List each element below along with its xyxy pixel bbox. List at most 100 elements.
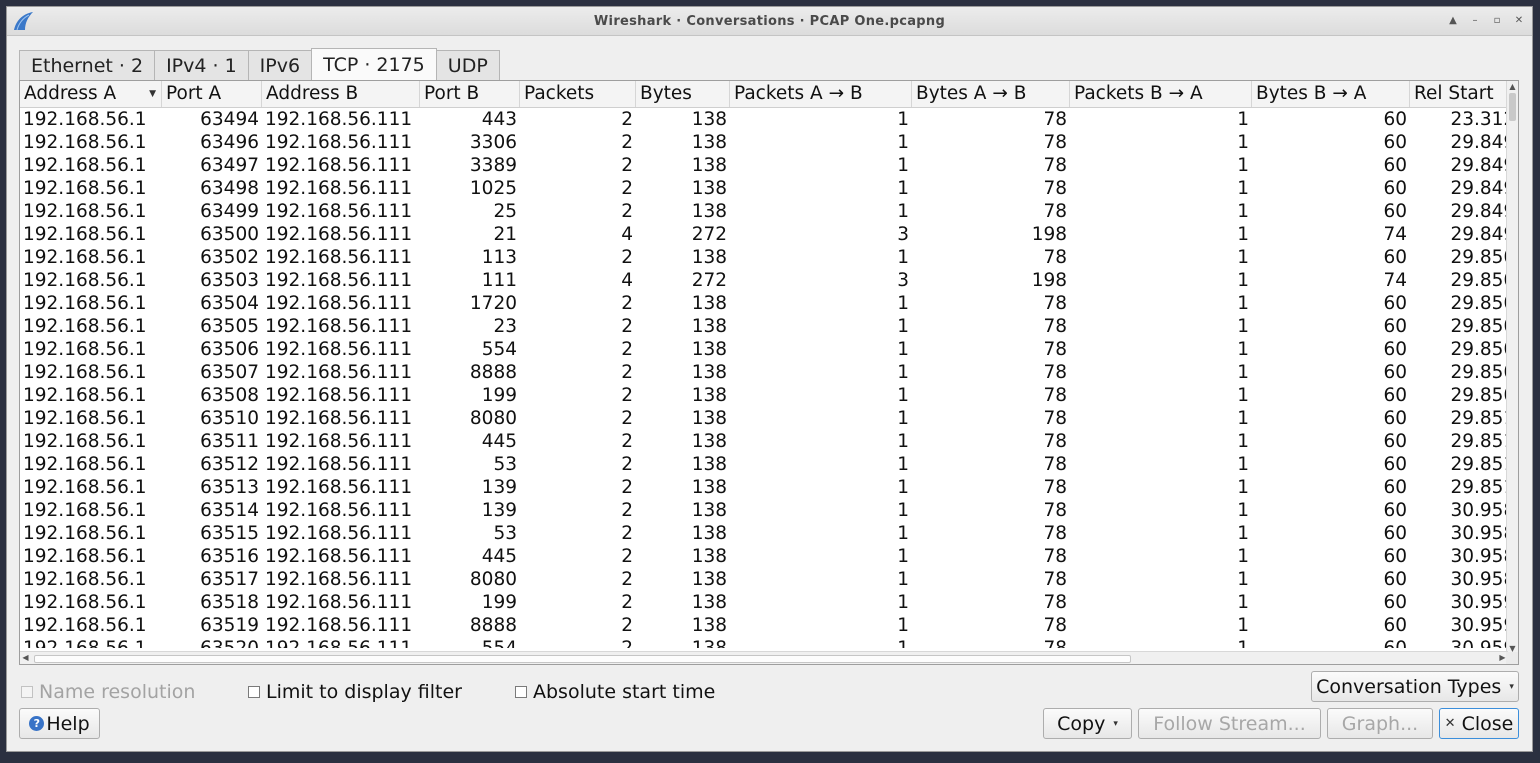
column-header[interactable]: Packets [520,81,636,107]
column-header[interactable]: Address A ▼ [20,81,162,107]
table-cell: 1 [897,385,909,406]
minimize-icon[interactable]: – [1468,14,1482,28]
close-button[interactable]: ✕ Close [1439,708,1519,739]
table-row[interactable]: 192.168.56.1 63512 192.168.56.111 53 2 138 1 78… [20,453,1508,476]
table-row[interactable]: 192.168.56.1 63506 192.168.56.111 554 2 138 1 7… [20,338,1508,361]
tab-ipv4[interactable]: IPv4 · 1 [154,50,249,81]
help-button[interactable]: ? Help [19,708,100,739]
table-row[interactable]: 192.168.56.1 63496 192.168.56.111 3306 2 138 1… [20,131,1508,154]
vertical-scrollbar[interactable]: ▲ ▼ [1506,81,1518,654]
table-cell: 192.168.56.1 [23,224,147,245]
table-row[interactable]: 192.168.56.1 63510 192.168.56.111 8080 2 138 1… [20,407,1508,430]
limit-display-filter-checkbox[interactable]: Limit to display filter [248,677,462,707]
table-cell: 60 [1383,339,1407,360]
table-cell: 1 [897,592,909,613]
column-header[interactable]: Address B [262,81,420,107]
table-row[interactable]: 192.168.56.1 63511 192.168.56.111 445 2 138 1 7… [20,430,1508,453]
table-cell: 1 [1237,339,1249,360]
tab-tcp[interactable]: TCP · 2175 [311,48,437,81]
table-cell: 138 [691,477,727,498]
table-cell: 78 [1043,454,1067,475]
table-cell: 78 [1043,178,1067,199]
absolute-start-time-checkbox[interactable]: Absolute start time [515,677,715,707]
table-cell: 192.168.56.111 [265,270,413,291]
table-cell: 138 [691,316,727,337]
table-row[interactable]: 192.168.56.1 63508 192.168.56.111 199 2 138 1 7… [20,384,1508,407]
name-resolution-checkbox[interactable]: Name resolution [21,677,195,707]
column-header[interactable]: Packets B → A [1070,81,1252,107]
table-cell: 554 [481,339,517,360]
table-cell: 2 [621,247,633,268]
table-row[interactable]: 192.168.56.1 63518 192.168.56.111 199 2 138 1 7… [20,591,1508,614]
column-header[interactable]: Bytes B → A [1252,81,1410,107]
table-row[interactable]: 192.168.56.1 63514 192.168.56.111 139 2 138 1 7… [20,499,1508,522]
table-cell: 63519 [200,615,259,636]
table-cell: 138 [691,293,727,314]
table-row[interactable]: 192.168.56.1 63513 192.168.56.111 139 2 138 1 7… [20,476,1508,499]
table-cell: 192.168.56.1 [23,615,147,636]
tab-ipv6[interactable]: IPv6 [247,50,313,81]
table-row[interactable]: 192.168.56.1 63494 192.168.56.111 443 2 138 1 7… [20,108,1508,131]
checkbox-box[interactable] [248,686,260,698]
scroll-left-icon[interactable]: ◀ [20,652,31,663]
table-row[interactable]: 192.168.56.1 63505 192.168.56.111 23 2 138 1 78… [20,315,1508,338]
conversations-table[interactable]: Address A ▼ Port A Address B Port B Packets By… [19,80,1519,665]
table-cell: 30.9591 [1450,615,1508,636]
table-cell: 4 [621,224,633,245]
table-cell: 192.168.56.1 [23,546,147,567]
table-row[interactable]: 192.168.56.1 63502 192.168.56.111 113 2 138 1 7… [20,246,1508,269]
table-cell: 138 [691,362,727,383]
title-bar[interactable]: Wireshark · Conversations · PCAP One.pca… [7,7,1532,36]
table-row[interactable]: 192.168.56.1 63507 192.168.56.111 8888 2 138 1… [20,361,1508,384]
table-cell: 1 [1237,316,1249,337]
table-row[interactable]: 192.168.56.1 63517 192.168.56.111 8080 2 138 1… [20,568,1508,591]
table-cell: 1 [897,431,909,452]
horizontal-scroll-thumb[interactable] [34,655,1131,663]
table-cell: 60 [1383,362,1407,383]
maximize-icon[interactable]: ▫ [1490,14,1504,28]
table-row[interactable]: 192.168.56.1 63503 192.168.56.111 111 4 272 3 1… [20,269,1508,292]
conversation-types-dropdown[interactable]: Conversation Types ▾ [1311,671,1519,702]
checkbox-box[interactable] [515,686,527,698]
table-row[interactable]: 192.168.56.1 63516 192.168.56.111 445 2 138 1 7… [20,545,1508,568]
scroll-up-icon[interactable]: ▲ [1507,81,1518,92]
column-header[interactable]: Bytes A → B [912,81,1070,107]
table-row[interactable]: 192.168.56.1 63499 192.168.56.111 25 2 138 1 78… [20,200,1508,223]
table-cell: 78 [1043,316,1067,337]
column-header[interactable]: Port B [420,81,520,107]
follow-stream-button[interactable]: Follow Stream... [1138,708,1321,739]
table-row[interactable]: 192.168.56.1 63498 192.168.56.111 1025 2 138 1… [20,177,1508,200]
column-header[interactable]: Bytes [636,81,730,107]
table-row[interactable]: 192.168.56.1 63519 192.168.56.111 8888 2 138 1… [20,614,1508,637]
tab-ethernet[interactable]: Ethernet · 2 [19,50,156,81]
up-arrow-icon[interactable]: ▲ [1446,14,1460,28]
table-cell: 192.168.56.111 [265,362,413,383]
table-row[interactable]: 192.168.56.1 63504 192.168.56.111 1720 2 138 1… [20,292,1508,315]
table-cell: 192.168.56.111 [265,592,413,613]
column-header[interactable]: Port A [162,81,262,107]
column-header[interactable]: Rel Start [1410,81,1508,107]
table-row[interactable]: 192.168.56.1 63515 192.168.56.111 53 2 138 1 78… [20,522,1508,545]
table-cell: 78 [1043,109,1067,130]
column-header[interactable]: Packets A → B [730,81,912,107]
close-label: Close [1461,712,1514,735]
table-cell: 29.8497 [1450,201,1508,222]
table-cell: 3 [897,270,909,291]
table-cell: 63497 [200,155,259,176]
table-row[interactable]: 192.168.56.163520192.168.56.111554213817… [20,637,1508,648]
table-body[interactable]: 192.168.56.1 63494 192.168.56.111 443 2 138 1 7… [20,108,1508,648]
table-row[interactable]: 192.168.56.1 63497 192.168.56.111 3389 2 138 1… [20,154,1508,177]
checkbox-box[interactable] [21,686,33,698]
graph-button[interactable]: Graph... [1327,708,1433,739]
tab-udp[interactable]: UDP [435,50,500,81]
table-cell: 272 [691,270,727,291]
horizontal-scrollbar[interactable]: ◀ ▶ [20,651,1508,664]
close-icon[interactable]: ✕ [1512,14,1526,28]
vertical-scroll-thumb[interactable] [1509,93,1516,121]
copy-button[interactable]: Copy ▾ [1043,708,1132,739]
table-cell: 29.8500 [1450,247,1508,268]
table-cell: 138 [691,569,727,590]
table-cell: 198 [1031,270,1067,291]
table-row[interactable]: 192.168.56.1 63500 192.168.56.111 21 4 272 3 19… [20,223,1508,246]
table-cell: 192.168.56.111 [265,523,413,544]
